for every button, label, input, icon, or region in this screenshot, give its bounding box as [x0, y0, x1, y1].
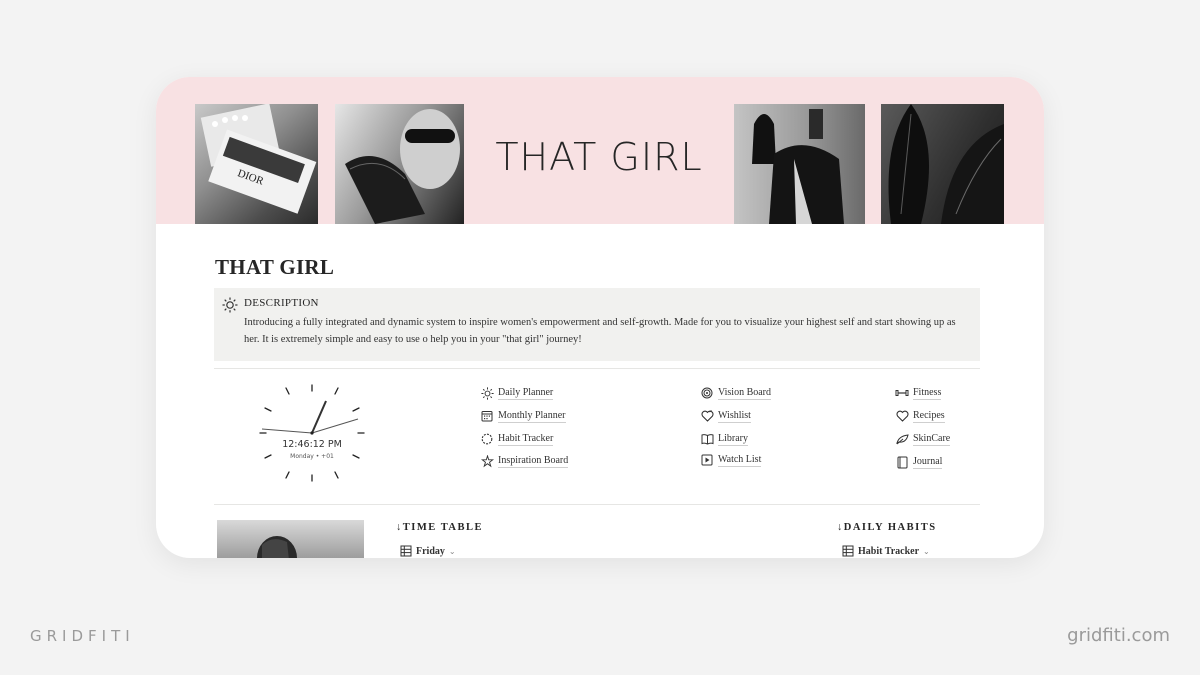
link-label: Inspiration Board: [498, 455, 569, 468]
clock-date: Monday • +01: [290, 453, 334, 460]
heart-outline-icon: [895, 409, 909, 423]
chevron-down-icon: ⌄: [448, 546, 456, 556]
sun-icon: [480, 386, 494, 400]
chevron-down-icon: ⌄: [923, 546, 930, 556]
progress-circle-icon: [480, 432, 494, 446]
watermark-logo-left: GRIDFITI: [30, 627, 135, 645]
notion-page-card: DIOR THAT GIRL THAT GIRL DESCRIPTION Int…: [156, 77, 1044, 558]
page-title: THAT GIRL: [215, 255, 335, 279]
link-recipes[interactable]: Recipes: [895, 408, 945, 424]
link-wishlist[interactable]: Wishlist: [700, 408, 751, 424]
link-watch-list[interactable]: Watch List: [700, 452, 762, 468]
callout-text: Introducing a fully integrated and dynam…: [244, 317, 956, 345]
portrait-thumbnail: [217, 520, 364, 558]
link-label: Vision Board: [718, 387, 772, 400]
link-label: Journal: [913, 456, 943, 469]
divider: [214, 504, 980, 505]
link-daily-planner[interactable]: Daily Planner: [480, 385, 554, 401]
cover-banner: DIOR THAT GIRL: [156, 77, 1044, 224]
clock-widget: 12:46:12 PM Monday • +01: [248, 377, 376, 489]
link-label: Wishlist: [718, 410, 751, 423]
cover-photo-mirror-selfie: [734, 104, 865, 224]
cover-photo-gloves: [335, 104, 464, 224]
callout-heading: DESCRIPTION: [244, 297, 319, 309]
description-callout: DESCRIPTION Introducing a fully integrat…: [214, 288, 980, 361]
notebook-icon: [895, 455, 909, 469]
sun-icon: [222, 297, 238, 313]
dumbbell-icon: [895, 386, 909, 400]
view-label: Friday: [416, 545, 445, 557]
link-label: Watch List: [718, 454, 762, 467]
link-library[interactable]: Library: [700, 431, 748, 447]
cover-photo-dior: DIOR: [195, 104, 318, 224]
table-icon: [842, 545, 854, 557]
daily-habits-heading: ↓DAILY HABITS: [837, 522, 937, 533]
link-label: Fitness: [913, 387, 942, 400]
heart-icon: [700, 409, 714, 423]
link-skincare[interactable]: SkinCare: [895, 431, 951, 447]
link-label: Habit Tracker: [498, 433, 554, 446]
link-label: Daily Planner: [498, 387, 554, 400]
cover-photo-leaves: [881, 104, 1004, 224]
sparkle-icon: [480, 454, 494, 468]
link-label: SkinCare: [913, 433, 951, 446]
link-inspiration-board[interactable]: Inspiration Board: [480, 453, 569, 469]
view-label: Habit Tracker: [858, 545, 920, 557]
target-icon: [700, 386, 714, 400]
clock-digital-time: 12:46:12 PM: [282, 439, 342, 450]
link-label: Recipes: [913, 410, 945, 423]
link-label: Library: [718, 433, 748, 446]
calendar-icon: [480, 409, 494, 423]
link-label: Monthly Planner: [498, 410, 566, 423]
watermark-url-right: gridfiti.com: [1067, 625, 1170, 646]
divider: [214, 368, 980, 369]
banner-title: THAT GIRL: [495, 135, 703, 179]
link-monthly-planner[interactable]: Monthly Planner: [480, 408, 566, 424]
link-journal[interactable]: Journal: [895, 454, 943, 470]
link-fitness[interactable]: Fitness: [895, 385, 942, 401]
habits-view-selector[interactable]: Habit Tracker ⌄: [842, 545, 930, 557]
link-habit-tracker[interactable]: Habit Tracker: [480, 431, 554, 447]
leaf-icon: [895, 432, 909, 446]
analog-clock: [259, 384, 365, 482]
table-icon: [400, 545, 412, 557]
book-icon: [700, 432, 714, 446]
link-vision-board[interactable]: Vision Board: [700, 385, 772, 401]
timetable-view-selector[interactable]: Friday ⌄: [400, 545, 456, 557]
timetable-heading: ↓TIME TABLE: [396, 522, 484, 533]
play-icon: [700, 453, 714, 467]
